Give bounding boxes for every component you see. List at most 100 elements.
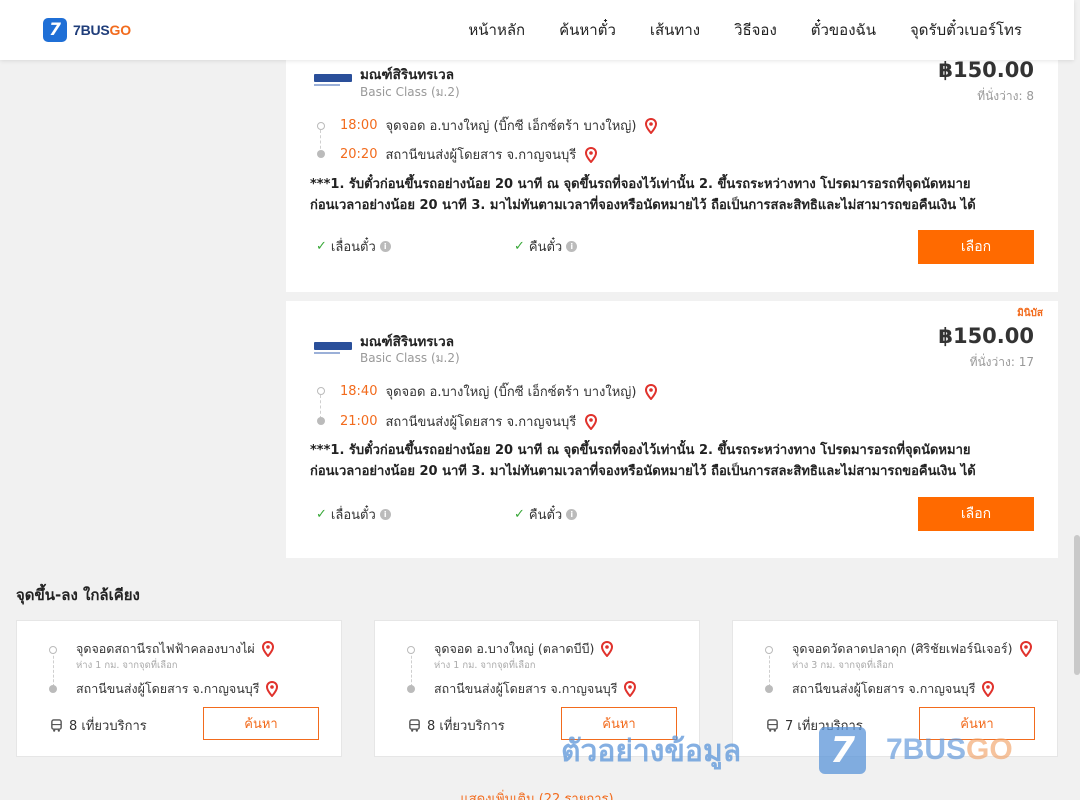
nearby-from-stop: จุดจอดวัดลาดปลาดุก (ศิริชัยเฟอร์นิเจอร์) xyxy=(792,641,1013,656)
postpone-policy: ✓ เลื่อนตั๋ว i xyxy=(316,504,391,525)
trip-notice: ***1. รับตั๋วก่อนขึ้นรถอย่างน้อย 20 นาที… xyxy=(310,174,1036,216)
operator-logo xyxy=(314,74,352,86)
info-icon[interactable]: i xyxy=(566,241,578,252)
brand-logo[interactable]: 7 7BUSGO xyxy=(43,18,131,42)
select-trip-button[interactable]: เลือก xyxy=(918,497,1034,531)
nav-ticket-pickup[interactable]: จุดรับตั๋วเบอร์โทร xyxy=(910,18,1022,42)
check-icon: ✓ xyxy=(514,239,525,254)
depart-dot-icon xyxy=(317,387,325,395)
map-pin-icon[interactable] xyxy=(1019,641,1033,657)
map-pin-icon[interactable] xyxy=(584,413,598,430)
nearby-distance: ห่าง 3 กม. จากจุดที่เลือก xyxy=(792,660,894,671)
trip-count: 8 เที่ยวบริการ xyxy=(427,719,505,734)
trip-count: 8 เที่ยวบริการ xyxy=(69,719,147,734)
trip-card: มณฑ์สิรินทรเวล Basic Class (ม.2) ฿150.00… xyxy=(286,54,1058,292)
bus-class: Basic Class (ม.2) xyxy=(360,85,460,99)
notice-line: ***1. รับตั๋วก่อนขึ้นรถอย่างน้อย 20 นาที… xyxy=(310,177,971,192)
postpone-label: เลื่อนตั๋ว xyxy=(330,240,376,255)
bus-icon xyxy=(767,719,778,732)
operator-logo xyxy=(314,342,352,354)
nearby-section-title: จุดขึ้น-ลง ใกล้เคียง xyxy=(16,586,140,604)
arrive-dot-icon xyxy=(407,685,415,693)
arrive-dot-icon xyxy=(49,685,57,693)
select-trip-button[interactable]: เลือก xyxy=(918,230,1034,264)
top-header: 7 7BUSGO หน้าหลัก ค้นหาตั๋ว เส้นทาง วิธี… xyxy=(0,0,1074,60)
trip-notice: ***1. รับตั๋วก่อนขึ้นรถอย่างน้อย 20 นาที… xyxy=(310,440,1036,482)
arrive-time: 21:00 xyxy=(340,414,378,429)
arrive-stop: สถานีขนส่งผู้โดยสาร จ.กาญจนบุรี xyxy=(385,148,577,163)
trip-price: ฿150.00 xyxy=(938,324,1034,348)
timeline-line xyxy=(320,395,321,419)
nav-routes[interactable]: เส้นทาง xyxy=(650,18,700,42)
map-pin-icon[interactable] xyxy=(644,117,658,134)
nearby-to-stop: สถานีขนส่งผู้โดยสาร จ.กาญจนบุรี xyxy=(434,681,618,696)
arrive-row: 21:00 สถานีขนส่งผู้โดยสาร จ.กาญจนบุรี xyxy=(340,411,598,432)
depart-dot-icon xyxy=(317,122,325,130)
info-icon[interactable]: i xyxy=(379,509,391,520)
depart-time: 18:40 xyxy=(340,384,378,399)
info-icon[interactable]: i xyxy=(566,509,578,520)
nearby-from-stop: จุดจอด อ.บางใหญ่ (ตลาดบีบี) xyxy=(434,641,595,656)
map-pin-icon[interactable] xyxy=(265,681,279,697)
map-pin-icon[interactable] xyxy=(584,146,598,163)
postpone-policy: ✓ เลื่อนตั๋ว i xyxy=(316,236,391,257)
nearby-trips: 8 เที่ยวบริการ xyxy=(50,715,147,736)
map-pin-icon[interactable] xyxy=(644,383,658,400)
show-more-link[interactable]: แสดงเพิ่มเติม (22 รายการ) xyxy=(0,788,1074,800)
main-nav: หน้าหลัก ค้นหาตั๋ว เส้นทาง วิธีจอง ตั๋วข… xyxy=(468,0,1022,60)
nav-search-ticket[interactable]: ค้นหาตั๋ว xyxy=(559,18,616,42)
refund-label: คืนตั๋ว xyxy=(528,508,563,523)
watermark-logo-icon: 7 xyxy=(819,727,866,774)
map-pin-icon[interactable] xyxy=(981,681,995,697)
check-icon: ✓ xyxy=(514,507,525,522)
depart-stop: จุดจอด อ.บางใหญ่ (บิ๊กซี เอ็กซ์ตร้า บางใ… xyxy=(385,385,637,400)
logo-text: 7BUSGO xyxy=(73,22,131,38)
info-icon[interactable]: i xyxy=(379,241,391,252)
depart-row: 18:40 จุดจอด อ.บางใหญ่ (บิ๊กซี เอ็กซ์ตร้… xyxy=(340,381,658,402)
nearby-to: สถานีขนส่งผู้โดยสาร จ.กาญจนบุรี xyxy=(76,679,279,699)
trip-price: ฿150.00 xyxy=(938,58,1034,82)
scrollbar-thumb[interactable] xyxy=(1074,535,1080,675)
notice-line: ก่อนเวลาอย่างน้อย 20 นาที 3. มาไม่ทันตาม… xyxy=(310,198,976,213)
arrive-dot-icon xyxy=(317,150,325,158)
map-pin-icon[interactable] xyxy=(600,641,614,657)
nearby-distance: ห่าง 1 กม. จากจุดที่เลือก xyxy=(76,660,178,671)
nearby-search-button[interactable]: ค้นหา xyxy=(203,707,319,740)
notice-line: ก่อนเวลาอย่างน้อย 20 นาที 3. มาไม่ทันตาม… xyxy=(310,464,976,479)
nav-my-tickets[interactable]: ตั๋วของฉัน xyxy=(811,18,876,42)
nearby-distance: ห่าง 1 กม. จากจุดที่เลือก xyxy=(434,660,536,671)
vehicle-badge: มินิบัส xyxy=(1017,308,1043,319)
timeline-line xyxy=(411,651,412,687)
map-pin-icon[interactable] xyxy=(623,681,637,697)
postpone-label: เลื่อนตั๋ว xyxy=(330,508,376,523)
map-pin-icon[interactable] xyxy=(261,641,275,657)
seats-available: ที่นั่งว่าง: 8 xyxy=(977,89,1034,103)
refund-label: คืนตั๋ว xyxy=(528,240,563,255)
seats-available: ที่นั่งว่าง: 17 xyxy=(969,355,1034,369)
nearby-to-stop: สถานีขนส่งผู้โดยสาร จ.กาญจนบุรี xyxy=(76,681,260,696)
nearby-from: จุดจอดวัดลาดปลาดุก (ศิริชัยเฟอร์นิเจอร์) xyxy=(792,639,1033,659)
nearby-card: จุดจอดสถานีรถไฟฟ้าคลองบางไผ่ ห่าง 1 กม. … xyxy=(16,620,342,757)
nearby-trips: 8 เที่ยวบริการ xyxy=(408,715,505,736)
operator-name: มณฑ์สิรินทรเวล xyxy=(360,67,454,83)
depart-dot-icon xyxy=(407,646,415,654)
depart-dot-icon xyxy=(765,646,773,654)
bus-icon xyxy=(51,719,62,732)
nearby-from-stop: จุดจอดสถานีรถไฟฟ้าคลองบางไผ่ xyxy=(76,641,255,656)
bus-class: Basic Class (ม.2) xyxy=(360,351,460,365)
nav-how-to-book[interactable]: วิธีจอง xyxy=(734,18,777,42)
arrive-row: 20:20 สถานีขนส่งผู้โดยสาร จ.กาญจนบุรี xyxy=(340,144,598,165)
nearby-to-stop: สถานีขนส่งผู้โดยสาร จ.กาญจนบุรี xyxy=(792,681,976,696)
logo-mark-icon: 7 xyxy=(43,18,67,42)
scrollbar-track[interactable] xyxy=(1074,0,1080,800)
bus-icon xyxy=(409,719,420,732)
check-icon: ✓ xyxy=(316,507,327,522)
depart-dot-icon xyxy=(49,646,57,654)
depart-stop: จุดจอด อ.บางใหญ่ (บิ๊กซี เอ็กซ์ตร้า บางใ… xyxy=(385,119,637,134)
timeline-line xyxy=(53,651,54,687)
check-icon: ✓ xyxy=(316,239,327,254)
nav-home[interactable]: หน้าหลัก xyxy=(468,18,525,42)
trip-card: มินิบัส มณฑ์สิรินทรเวล Basic Class (ม.2)… xyxy=(286,301,1058,558)
arrive-time: 20:20 xyxy=(340,147,378,162)
notice-line: ***1. รับตั๋วก่อนขึ้นรถอย่างน้อย 20 นาที… xyxy=(310,443,971,458)
